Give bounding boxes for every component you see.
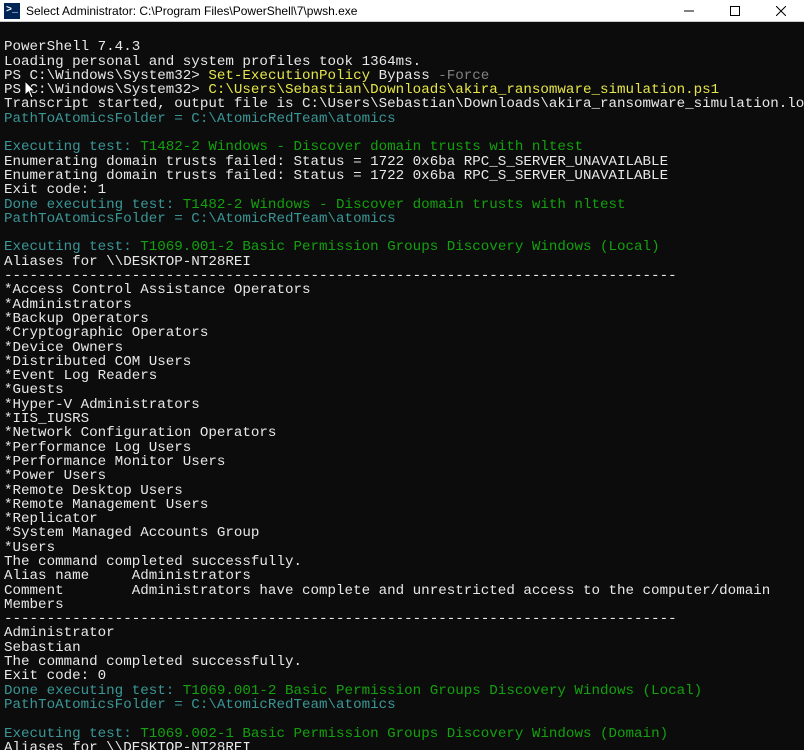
minimize-button[interactable] bbox=[666, 0, 712, 21]
maximize-button[interactable] bbox=[712, 0, 758, 21]
window-title-bar: >_ Select Administrator: C:\Program File… bbox=[0, 0, 804, 22]
line: PathToAtomicsFolder = C:\AtomicRedTeam\a… bbox=[4, 111, 396, 127]
line: Aliases for \\DESKTOP-NT28REI bbox=[4, 740, 251, 750]
terminal-output[interactable]: PowerShell 7.4.3 Loading personal and sy… bbox=[0, 22, 804, 750]
window-title: Select Administrator: C:\Program Files\P… bbox=[24, 4, 666, 18]
powershell-icon: >_ bbox=[4, 3, 20, 19]
close-button[interactable] bbox=[758, 0, 804, 21]
line: PathToAtomicsFolder = C:\AtomicRedTeam\a… bbox=[4, 697, 396, 713]
mouse-cursor-icon bbox=[8, 67, 18, 82]
window-controls bbox=[666, 0, 804, 21]
line: PathToAtomicsFolder = C:\AtomicRedTeam\a… bbox=[4, 211, 396, 227]
line: Comment Administrators have complete and… bbox=[4, 583, 770, 599]
